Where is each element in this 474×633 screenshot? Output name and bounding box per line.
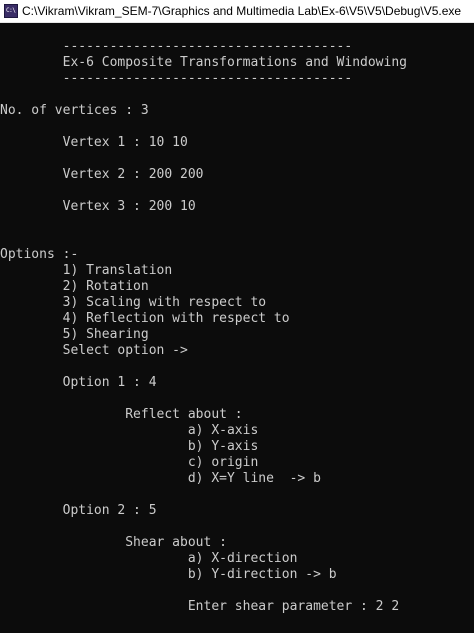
console-line: Vertex 1 : 10 10	[0, 135, 188, 150]
console-line: No. of vertices : 3	[0, 103, 149, 118]
console-line: Shear about :	[0, 535, 227, 550]
console-app-icon[interactable]: C:\	[4, 4, 18, 18]
console-window: C:\ C:\Vikram\Vikram_SEM-7\Graphics and …	[0, 0, 474, 633]
console-line: c) origin	[0, 455, 259, 470]
console-line: Enter shear parameter : 2 2	[0, 599, 400, 614]
console-icon-text: C:\	[6, 7, 16, 14]
console-line: -------------------------------------	[0, 71, 353, 86]
console-line: b) Y-axis	[0, 439, 259, 454]
console-line: Select option ->	[0, 343, 188, 358]
console-line: Ex-6 Composite Transformations and Windo…	[0, 55, 407, 70]
console-line: b) Y-direction -> b	[0, 567, 337, 582]
console-line: Option 2 : 5	[0, 503, 157, 518]
console-line: Vertex 3 : 200 10	[0, 199, 196, 214]
console-line: Vertex 2 : 200 200	[0, 167, 204, 182]
console-line: 5) Shearing	[0, 327, 149, 342]
console-line: 4) Reflection with respect to	[0, 311, 290, 326]
console-line: a) X-direction	[0, 551, 298, 566]
console-line: Options :-	[0, 247, 79, 262]
console-line: d) X=Y line -> b	[0, 471, 321, 486]
console-line: 2) Rotation	[0, 279, 149, 294]
title-bar[interactable]: C:\ C:\Vikram\Vikram_SEM-7\Graphics and …	[0, 0, 474, 23]
console-line: Option 1 : 4	[0, 375, 157, 390]
console-line: 3) Scaling with respect to	[0, 295, 267, 310]
console-line: Reflect about :	[0, 407, 243, 422]
console-line: -------------------------------------	[0, 39, 353, 54]
console-line: a) X-axis	[0, 423, 259, 438]
console-line: 1) Translation	[0, 263, 173, 278]
window-title: C:\Vikram\Vikram_SEM-7\Graphics and Mult…	[22, 4, 462, 18]
console-output[interactable]: ------------------------------------- Ex…	[0, 39, 474, 615]
